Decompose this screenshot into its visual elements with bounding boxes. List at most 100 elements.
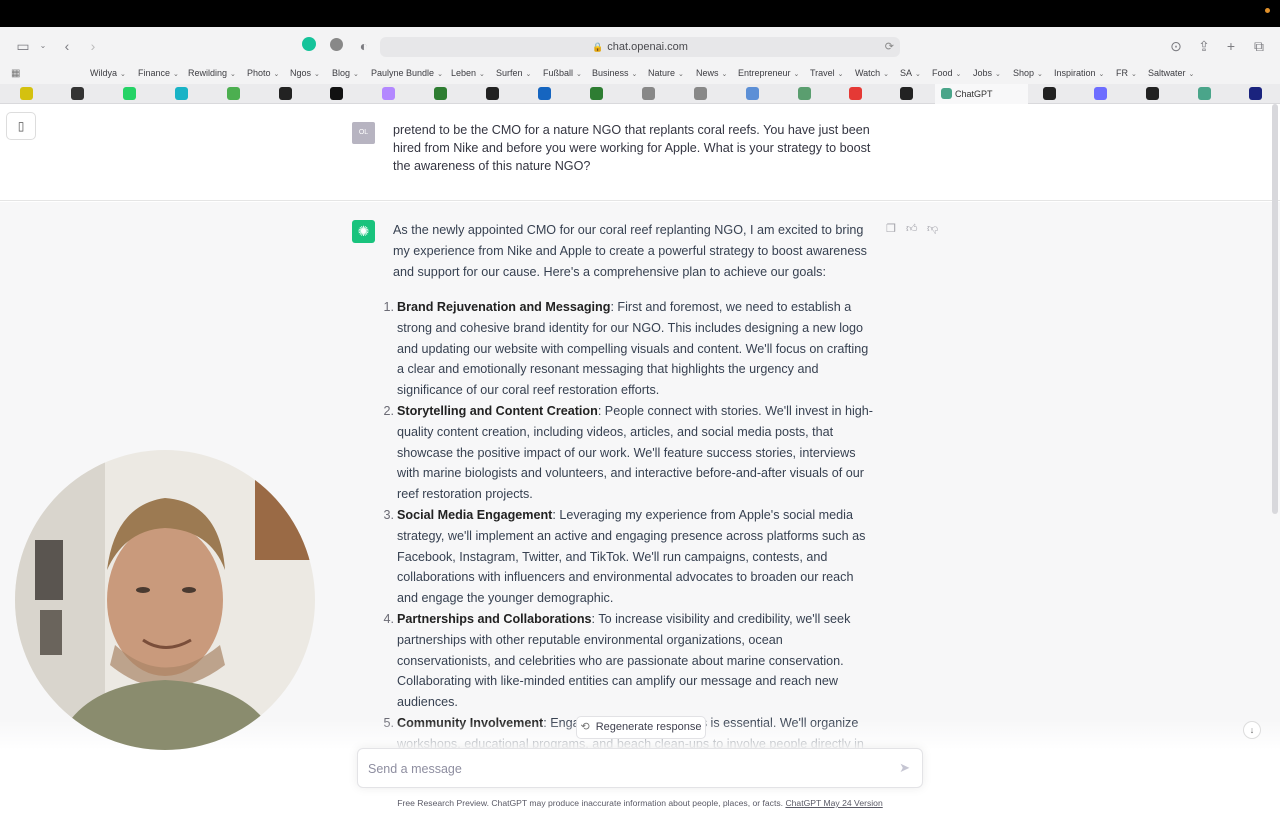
tab-favicon[interactable] — [538, 87, 551, 100]
favorite-folder[interactable]: Paulyne Bundle ⌄ — [371, 68, 443, 78]
favorite-label: Travel — [810, 68, 835, 78]
tab-bar: ChatGPT — [0, 84, 1280, 104]
favorite-folder[interactable]: Rewilding ⌄ — [188, 68, 236, 78]
sidebar-icon[interactable]: ▭ — [14, 37, 32, 55]
favorite-folder[interactable]: Photo ⌄ — [247, 68, 279, 78]
user-message: pretend to be the CMO for a nature NGO t… — [393, 123, 871, 173]
favorite-label: Jobs — [973, 68, 993, 78]
favorite-folder[interactable]: Blog ⌄ — [332, 68, 359, 78]
tab-favicon[interactable] — [694, 87, 707, 100]
chevron-down-icon: ⌄ — [273, 71, 280, 78]
chatgpt-tab-icon — [941, 88, 952, 99]
tab-favicon[interactable] — [279, 87, 292, 100]
reload-icon[interactable]: ⟳ — [885, 37, 894, 57]
favorite-label: FR — [1116, 68, 1128, 78]
tab-favicon[interactable] — [900, 87, 913, 100]
tab-favicon[interactable] — [227, 87, 240, 100]
regenerate-button[interactable]: ⟲ Regenerate response — [576, 716, 706, 739]
extension-icon[interactable] — [327, 37, 345, 55]
chevron-down-icon: ⌄ — [1131, 71, 1137, 78]
favorite-folder[interactable]: Leben ⌄ — [451, 68, 485, 78]
favorite-folder[interactable]: SA ⌄ — [900, 68, 921, 78]
chevron-down-icon: ⌄ — [678, 71, 684, 78]
favorite-folder[interactable]: Saltwater ⌄ — [1148, 68, 1194, 78]
tab-favicon[interactable] — [1249, 87, 1262, 100]
thumbs-down-icon[interactable]: 👎︎ — [927, 222, 938, 235]
webcam-overlay — [15, 450, 315, 750]
chevron-down-icon: ⌄ — [525, 71, 532, 78]
person-image — [15, 450, 315, 750]
chevron-down-icon[interactable]: ⌄ — [34, 37, 52, 55]
chevron-down-icon: ⌄ — [314, 71, 320, 78]
favorite-folder[interactable]: Watch ⌄ — [855, 68, 889, 78]
tab-favicon[interactable] — [642, 87, 655, 100]
tab-favicon[interactable] — [590, 87, 603, 100]
tab-favicon[interactable] — [123, 87, 136, 100]
scrollbar[interactable] — [1272, 104, 1278, 514]
tab-favicon[interactable] — [175, 87, 188, 100]
list-number: 4. — [383, 611, 394, 626]
share-icon[interactable]: ⇪ — [1195, 37, 1213, 55]
chevron-down-icon: ⌄ — [1098, 71, 1105, 78]
new-tab-icon[interactable]: + — [1222, 37, 1240, 55]
tab-favicon[interactable] — [746, 87, 759, 100]
favorite-label: Blog — [332, 68, 351, 78]
copy-icon[interactable]: ❐ — [886, 222, 896, 235]
tab-favicon[interactable] — [382, 87, 395, 100]
sidebar-toggle-button[interactable]: ▯ — [6, 112, 36, 140]
favorite-label: Food — [932, 68, 953, 78]
favorite-folder[interactable]: Business ⌄ — [592, 68, 637, 78]
tab-favicon[interactable] — [20, 87, 33, 100]
version-link[interactable]: ChatGPT May 24 Version — [785, 798, 882, 808]
download-icon[interactable]: ⊙ — [1167, 37, 1185, 55]
favorite-folder[interactable]: FR ⌄ — [1116, 68, 1137, 78]
tab-favicon[interactable] — [1146, 87, 1159, 100]
shield-icon[interactable]: ◐ — [355, 37, 373, 55]
favorite-folder[interactable]: News ⌄ — [696, 68, 727, 78]
favorite-folder[interactable]: Nature ⌄ — [648, 68, 684, 78]
tab-favicon[interactable] — [434, 87, 447, 100]
tab-overview-icon[interactable]: ⧉ — [1250, 37, 1268, 55]
tab-favicon[interactable] — [1198, 87, 1211, 100]
favorite-label: Leben — [451, 68, 477, 78]
favorite-folder[interactable]: Surfen ⌄ — [496, 68, 531, 78]
address-bar[interactable]: 🔒 chat.openai.com ⟳ — [380, 37, 900, 57]
tab-favicon[interactable] — [71, 87, 84, 100]
favorite-label: Paulyne Bundle — [371, 68, 435, 78]
favorite-folder[interactable]: Inspiration ⌄ — [1054, 68, 1104, 78]
list-item-title: Social Media Engagement — [397, 507, 553, 522]
tab-favicon[interactable] — [849, 87, 862, 100]
list-item-title: Partnerships and Collaborations — [397, 611, 592, 626]
list-number: 3. — [383, 507, 394, 522]
chevron-down-icon: ⌄ — [437, 71, 443, 78]
back-icon[interactable]: ‹ — [58, 37, 76, 55]
list-item: 1. Brand Rejuvenation and Messaging: Firs… — [383, 297, 877, 401]
tab-favicon[interactable] — [1043, 87, 1056, 100]
tab-favicon[interactable] — [798, 87, 811, 100]
favorite-folder[interactable]: Travel ⌄ — [810, 68, 844, 78]
favorite-folder[interactable]: Fußball ⌄ — [543, 68, 582, 78]
chevron-down-icon: ⌄ — [230, 71, 236, 78]
grid-icon[interactable]: ▦ — [11, 68, 20, 79]
thumbs-up-icon[interactable]: 👍︎ — [906, 222, 918, 235]
tab-favicon[interactable] — [486, 87, 499, 100]
favorite-folder[interactable]: Food ⌄ — [932, 68, 961, 78]
chevron-down-icon: ⌄ — [576, 71, 582, 78]
favorite-folder[interactable]: Ngos ⌄ — [290, 68, 320, 78]
grammarly-icon[interactable] — [300, 37, 318, 55]
forward-icon[interactable]: › — [84, 37, 102, 55]
message-input[interactable] — [368, 758, 868, 780]
favorite-folder[interactable]: Jobs ⌄ — [973, 68, 1001, 78]
send-icon[interactable]: ➤ — [899, 760, 910, 776]
tab-favicon[interactable] — [330, 87, 343, 100]
favorite-label: Wildya — [90, 68, 118, 78]
favorite-folder[interactable]: Wildya ⌄ — [90, 68, 126, 78]
favorite-folder[interactable]: Shop ⌄ — [1013, 68, 1043, 78]
tab-favicon[interactable] — [1094, 87, 1107, 100]
menubar — [0, 0, 1280, 27]
scroll-down-button[interactable]: ↓ — [1243, 721, 1261, 739]
favorite-folder[interactable]: Finance ⌄ — [138, 68, 179, 78]
favorite-folder[interactable]: Entrepreneur ⌄ — [738, 68, 799, 78]
favorite-label: Ngos — [290, 68, 312, 78]
tab-chatgpt[interactable]: ChatGPT — [935, 84, 1028, 104]
